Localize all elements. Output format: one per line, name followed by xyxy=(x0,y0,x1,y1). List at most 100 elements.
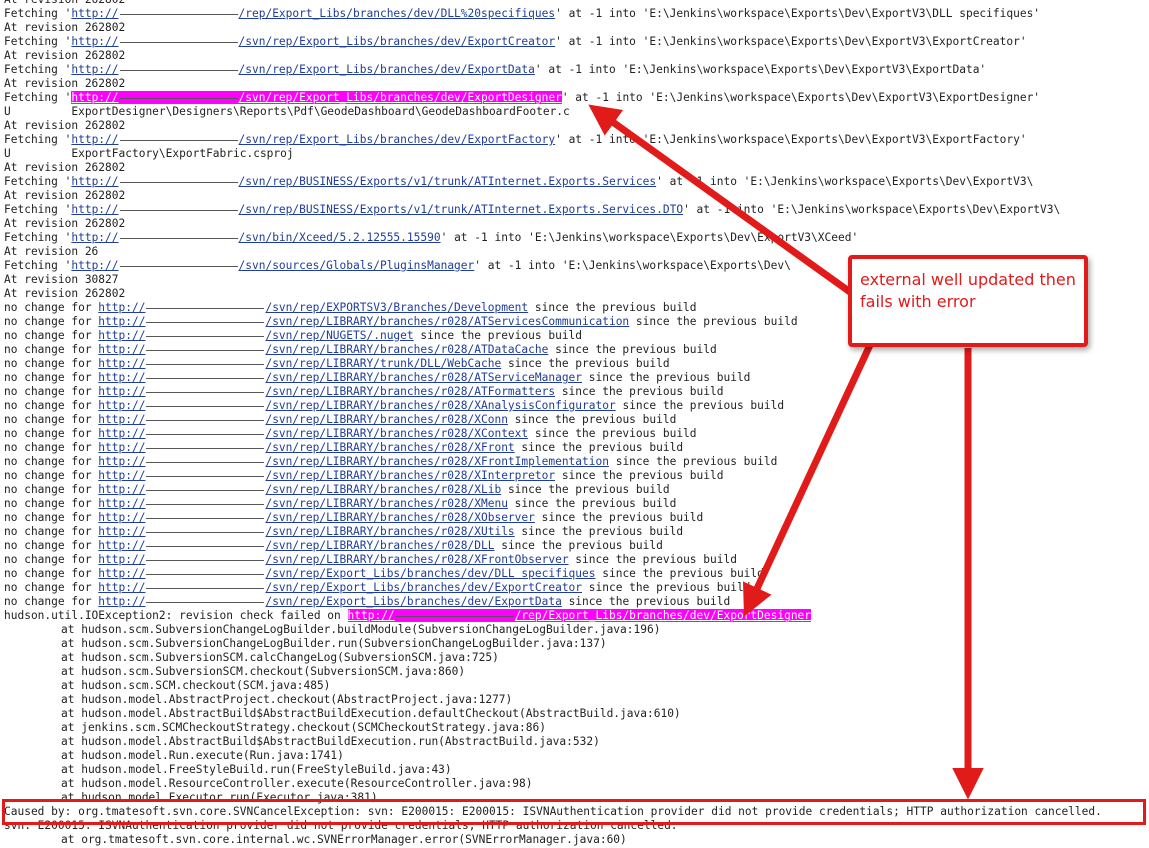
repo-link[interactable]: http:// /svn/rep/EXPORTSV3/Branches/Devel… xyxy=(98,301,528,314)
console-line: no change for http:// /svn/rep/LIBRARY/br… xyxy=(4,497,1149,511)
repo-link[interactable]: http:// /svn/rep/LIBRARY/branches/r028/AT… xyxy=(98,343,548,356)
link-scheme: http:// xyxy=(71,231,119,244)
line-text: At revision 262802 xyxy=(4,21,126,34)
line-prefix: Fetching ' xyxy=(4,91,72,104)
stack-frame: at hudson.scm.SubversionChangeLogBuilder… xyxy=(61,637,607,650)
line-prefix: no change for xyxy=(4,455,99,468)
console-line: Fetching 'http:// /svn/bin/Xceed/5.2.1255… xyxy=(4,231,1149,245)
line-suffix: since the previous build xyxy=(413,329,583,342)
repo-link[interactable]: http:// /svn/rep/LIBRARY/trunk/DLL/WebCac… xyxy=(98,357,501,370)
redacted-host xyxy=(119,41,238,43)
repo-link[interactable]: http:// /svn/rep/LIBRARY/branches/r028/XC… xyxy=(98,427,528,440)
line-prefix: Fetching ' xyxy=(4,259,72,272)
link-path: /svn/rep/LIBRARY/branches/r028/XContext xyxy=(265,427,529,440)
redacted-host xyxy=(146,461,265,463)
repo-link[interactable]: http:// /svn/rep/Export_Libs/branches/dev… xyxy=(71,63,535,76)
line-text: At revision 262802 xyxy=(4,0,125,6)
repo-link[interactable]: http:// /svn/rep/BUSINESS/Exports/v1/trun… xyxy=(71,203,683,216)
repo-link[interactable]: http:// /svn/bin/Xceed/5.2.12555.15590 xyxy=(71,231,440,244)
repo-link[interactable]: http:// /rep/Export_Libs/branches/dev/DLL… xyxy=(71,7,555,20)
console-line: no change for http:// /svn/rep/LIBRARY/br… xyxy=(4,441,1149,455)
line-prefix: no change for xyxy=(4,315,99,328)
link-path: /svn/rep/Export_Libs/branches/dev/DLL sp… xyxy=(265,567,596,580)
console-line: no change for http:// /svn/rep/LIBRARY/br… xyxy=(4,455,1149,469)
stack-frame: at hudson.model.ResourceController.execu… xyxy=(61,777,533,790)
line-suffix: since the previous build xyxy=(501,483,670,496)
repo-link[interactable]: http:// /svn/rep/Export_Libs/branches/dev… xyxy=(98,581,582,594)
console-line: no change for http:// /svn/rep/LIBRARY/br… xyxy=(4,427,1149,441)
console-line: at hudson.scm.SubversionChangeLogBuilder… xyxy=(4,623,1149,637)
link-scheme: http:// xyxy=(98,483,146,496)
link-scheme: http:// xyxy=(71,175,119,188)
highlighted-repo-link[interactable]: http:// /rep/Export_Libs/branches/dev/Exp… xyxy=(347,609,812,622)
link-path: /svn/rep/LIBRARY/branches/r028/ATService… xyxy=(265,315,630,328)
line-suffix: since the previous build xyxy=(561,595,731,608)
line-prefix: no change for xyxy=(4,581,99,594)
line-suffix: ' at -1 into 'E:\Jenkins\workspace\Expor… xyxy=(656,175,1034,188)
highlighted-repo-link[interactable]: http:// /svn/rep/Export_Libs/branches/dev… xyxy=(71,91,562,104)
line-prefix: Fetching ' xyxy=(4,63,72,76)
line-prefix: no change for xyxy=(4,301,99,314)
redacted-host xyxy=(146,363,265,365)
repo-link[interactable]: http:// /svn/rep/LIBRARY/branches/r028/XM… xyxy=(98,497,508,510)
link-scheme: http:// xyxy=(98,567,146,580)
line-text: At revision 262802 xyxy=(4,49,126,62)
repo-link[interactable]: http:// /svn/rep/LIBRARY/branches/r028/DL… xyxy=(98,539,494,552)
repo-link[interactable]: http:// /svn/rep/LIBRARY/branches/r028/XF… xyxy=(98,553,568,566)
repo-link[interactable]: http:// /svn/rep/Export_Libs/branches/dev… xyxy=(98,595,562,608)
line-prefix: Fetching ' xyxy=(4,231,72,244)
line-suffix: since the previous build xyxy=(555,385,724,398)
line-prefix: Fetching ' xyxy=(4,203,72,216)
repo-link[interactable]: http:// /svn/rep/LIBRARY/branches/r028/AT… xyxy=(98,315,629,328)
repo-link[interactable]: http:// /svn/rep/LIBRARY/branches/r028/AT… xyxy=(98,371,582,384)
stack-frame: at org.tmatesoft.svn.core.internal.wc.SV… xyxy=(61,833,627,846)
console-line: at hudson.scm.SubversionSCM.calcChangeLo… xyxy=(4,651,1149,665)
repo-link[interactable]: http:// /svn/rep/LIBRARY/branches/r028/XU… xyxy=(98,525,514,538)
link-scheme: http:// xyxy=(98,413,146,426)
redacted-host xyxy=(146,475,265,477)
repo-link[interactable]: http:// /svn/rep/LIBRARY/branches/r028/XF… xyxy=(98,455,609,468)
console-line: no change for http:// /svn/rep/LIBRARY/br… xyxy=(4,525,1149,539)
console-line: no change for http:// /svn/rep/Export_Lib… xyxy=(4,581,1149,595)
repo-link[interactable]: http:// /svn/rep/LIBRARY/branches/r028/XL… xyxy=(98,483,501,496)
line-text: At revision 262802 xyxy=(4,217,126,230)
link-path: /svn/rep/LIBRARY/branches/r028/XFrontImp… xyxy=(265,455,609,468)
stack-frame: at hudson.scm.SubversionSCM.calcChangeLo… xyxy=(61,651,499,664)
repo-link[interactable]: http:// /svn/rep/Export_Libs/branches/dev… xyxy=(71,35,555,48)
repo-link[interactable]: http:// /svn/rep/Export_Libs/branches/dev… xyxy=(71,133,555,146)
stack-frame: at hudson.scm.SCM.checkout(SCM.java:485) xyxy=(61,679,331,692)
console-line: Fetching 'http:// /svn/rep/BUSINESS/Expor… xyxy=(4,203,1149,217)
repo-link[interactable]: http:// /svn/rep/NUGETS/.nuget xyxy=(98,329,413,342)
console-line: at hudson.model.Run.execute(Run.java:174… xyxy=(4,749,1149,763)
line-prefix: hudson.util.IOException2: revision check… xyxy=(4,609,348,622)
link-path: /svn/rep/Export_Libs/branches/dev/Export… xyxy=(238,63,535,76)
repo-link[interactable]: http:// /svn/rep/LIBRARY/branches/r028/XF… xyxy=(98,441,514,454)
link-scheme: http:// xyxy=(98,441,146,454)
link-path: /svn/rep/LIBRARY/branches/r028/XFront xyxy=(265,441,515,454)
redacted-host xyxy=(146,545,265,547)
redacted-host xyxy=(146,335,265,337)
repo-link[interactable]: http:// /svn/rep/LIBRARY/branches/r028/XI… xyxy=(98,469,555,482)
line-prefix: no change for xyxy=(4,539,99,552)
line-prefix: no change for xyxy=(4,399,99,412)
link-path: /svn/rep/LIBRARY/branches/r028/XInterpre… xyxy=(265,469,556,482)
repo-link[interactable]: http:// /svn/rep/LIBRARY/branches/r028/XO… xyxy=(98,511,535,524)
repo-link[interactable]: http:// /svn/rep/LIBRARY/branches/r028/XA… xyxy=(98,399,615,412)
line-suffix: since the previous build xyxy=(608,455,778,468)
console-line: at hudson.model.AbstractBuild$AbstractBu… xyxy=(4,707,1149,721)
repo-link[interactable]: http:// /svn/rep/LIBRARY/branches/r028/XC… xyxy=(98,413,508,426)
link-path: /svn/rep/Export_Libs/branches/dev/Export… xyxy=(238,133,556,146)
redacted-host xyxy=(119,209,238,211)
console-line: no change for http:// /svn/rep/Export_Lib… xyxy=(4,595,1149,609)
line-suffix: ' at -1 into 'E:\Jenkins\workspace\Expor… xyxy=(534,63,987,76)
link-path: /svn/rep/EXPORTSV3/Branches/Development xyxy=(265,301,529,314)
repo-link[interactable]: http:// /svn/rep/LIBRARY/branches/r028/AT… xyxy=(98,385,555,398)
repo-link[interactable]: http:// /svn/sources/Globals/PluginsManag… xyxy=(71,259,474,272)
line-prefix: no change for xyxy=(4,595,99,608)
link-path: /svn/rep/BUSINESS/Exports/v1/trunk/ATInt… xyxy=(238,203,684,216)
link-scheme: http:// xyxy=(98,385,146,398)
line-text: Caused by: org.tmatesoft.svn.core.SVNCan… xyxy=(4,805,1102,818)
console-line: no change for http:// /svn/rep/LIBRARY/br… xyxy=(4,511,1149,525)
repo-link[interactable]: http:// /svn/rep/BUSINESS/Exports/v1/trun… xyxy=(71,175,656,188)
repo-link[interactable]: http:// /svn/rep/Export_Libs/branches/dev… xyxy=(98,567,595,580)
